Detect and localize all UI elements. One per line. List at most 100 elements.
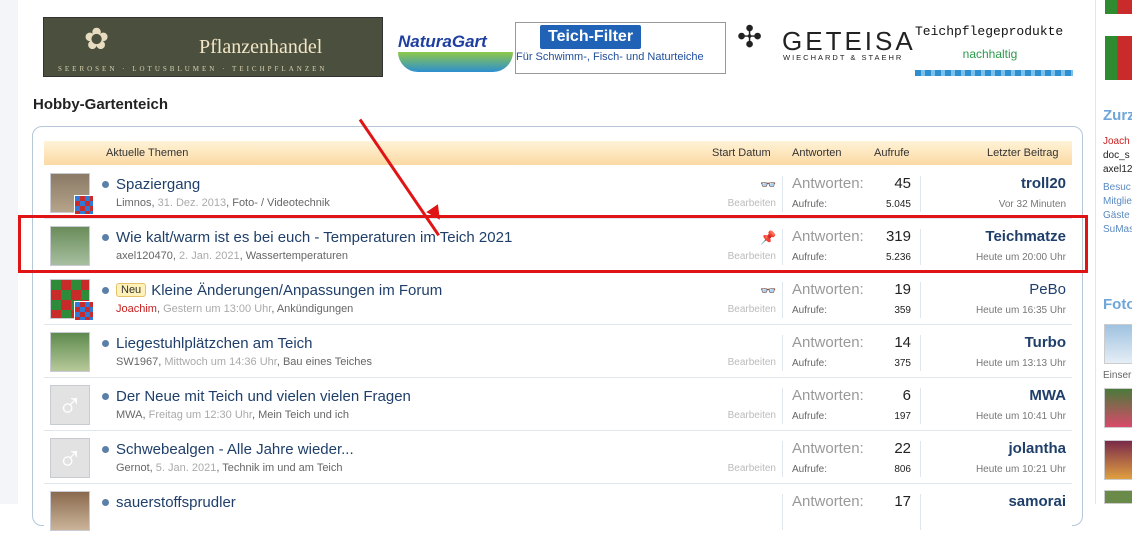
photo-thumbnail[interactable]	[1104, 490, 1132, 504]
last-post-user[interactable]: Turbo	[1025, 334, 1066, 351]
thread-title[interactable]: sauerstoffsprudler	[116, 494, 236, 511]
banner-teichpflege[interactable]: Teichpflegeprodukte nachhaltig	[915, 24, 1075, 78]
status-dot-icon	[102, 499, 109, 506]
sidebar-link[interactable]: Mitglie	[1103, 196, 1132, 207]
edit-link[interactable]: Bearbeiten	[728, 410, 776, 421]
thread-forum[interactable]: Technik im und am Teich	[222, 462, 342, 474]
sidebar-link[interactable]: Gäste	[1103, 210, 1130, 221]
thread-author[interactable]: Gernot	[116, 462, 150, 474]
last-post-user[interactable]: jolantha	[1008, 440, 1066, 457]
divider	[920, 282, 921, 318]
last-post-user[interactable]: samorai	[1008, 493, 1066, 510]
thread-forum[interactable]: Ankündigungen	[277, 303, 353, 315]
photo-thumbnail[interactable]	[1104, 440, 1132, 480]
banner-pflanzen-subtitle: SEEROSEN · LOTUSBLUMEN · TEICHPFLANZEN	[58, 65, 328, 73]
banner-pflanzenhandel[interactable]: ✿ Pflanzenhandel SEEROSEN · LOTUSBLUMEN …	[43, 17, 383, 77]
new-badge: Neu	[116, 283, 147, 297]
divider	[920, 176, 921, 212]
sidebar-link[interactable]: SuMas	[1103, 224, 1132, 235]
banner-teichfilter[interactable]: Teich-Filter Für Schwimm-, Fisch- und Na…	[515, 22, 726, 74]
thread-date[interactable]: Freitag um 12:30 Uhr	[149, 409, 252, 421]
replies-count: 14	[894, 334, 911, 351]
default-male-avatar-icon[interactable]: ♂	[50, 385, 90, 425]
views-count: 197	[894, 411, 911, 422]
replies-count: 6	[902, 387, 911, 404]
thread-author[interactable]: SW1967	[116, 356, 158, 368]
replies-label: Antworten:	[792, 334, 864, 351]
edit-link[interactable]: Bearbeiten	[728, 357, 776, 368]
last-post-time[interactable]: Heute um 13:13 Uhr	[976, 358, 1066, 369]
status-dot-icon	[102, 181, 109, 188]
thread-title[interactable]: Schwebealgen - Alle Jahre wieder...	[116, 441, 354, 458]
divider	[920, 441, 921, 477]
sidebar-user[interactable]: doc_s	[1103, 150, 1130, 161]
thread-title[interactable]: Spaziergang	[116, 176, 200, 193]
sidebar-link[interactable]: Besuc	[1103, 182, 1131, 193]
last-post-user[interactable]: troll20	[1021, 175, 1066, 192]
avatar-small[interactable]	[74, 195, 94, 215]
divider	[782, 441, 783, 477]
thread-list-header: Aktuelle Themen Start Datum Antworten Au…	[44, 141, 1072, 165]
header-topics: Aktuelle Themen	[106, 147, 189, 159]
thread-row: Liegestuhlplätzchen am Teich SW1967, Mit…	[44, 325, 1072, 378]
default-male-avatar-icon[interactable]: ♂	[50, 438, 90, 478]
annotation-highlight-box	[18, 215, 1088, 273]
thread-title[interactable]: Der Neue mit Teich und vielen vielen Fra…	[116, 388, 411, 405]
sidebar-user[interactable]: axel12	[1103, 164, 1132, 175]
edit-link[interactable]: Bearbeiten	[728, 463, 776, 474]
photo-thumbnail[interactable]	[1104, 388, 1132, 428]
avatar[interactable]	[50, 491, 90, 531]
thread-date[interactable]: 5. Jan. 2021	[156, 462, 217, 474]
views-label: Aufrufe:	[792, 411, 828, 422]
thread-date[interactable]: Gestern um 13:00 Uhr	[163, 303, 271, 315]
header-views[interactable]: Aufrufe	[874, 147, 909, 159]
avatar[interactable]	[1105, 0, 1132, 14]
avatar-small[interactable]	[74, 301, 94, 321]
divider	[920, 335, 921, 371]
views-count: 806	[894, 464, 911, 475]
thread-author[interactable]: MWA	[116, 409, 142, 421]
banner-teichfilter-subtitle: Für Schwimm-, Fisch- und Naturteiche	[516, 51, 704, 63]
glasses-icon: 👓	[760, 283, 777, 298]
thread-author[interactable]: Limnos	[116, 197, 151, 209]
thread-forum[interactable]: Foto- / Videotechnik	[232, 197, 330, 209]
replies-label: Antworten:	[792, 493, 864, 510]
last-post-time[interactable]: Vor 32 Minuten	[999, 199, 1066, 210]
thread-title[interactable]: Kleine Änderungen/Anpassungen im Forum	[151, 282, 442, 299]
divider	[782, 494, 783, 530]
header-start-date[interactable]: Start Datum	[712, 147, 771, 159]
divider	[782, 388, 783, 424]
last-post-user[interactable]: PeBo	[1029, 281, 1066, 298]
divider	[782, 282, 783, 318]
thread-title[interactable]: Liegestuhlplätzchen am Teich	[116, 335, 313, 352]
avatar[interactable]	[1105, 36, 1132, 80]
thread-forum[interactable]: Bau eines Teiches	[283, 356, 372, 368]
thread-date[interactable]: 31. Dez. 2013	[158, 197, 227, 209]
thread-meta: SW1967, Mittwoch um 14:36 Uhr, Bau eines…	[116, 356, 373, 368]
replies-label: Antworten:	[792, 387, 864, 404]
sidebar-heading-photos: Foto	[1103, 296, 1132, 313]
thread-date[interactable]: Mittwoch um 14:36 Uhr	[164, 356, 277, 368]
sidebar-heading-online: Zurz	[1103, 107, 1132, 124]
right-sidebar: Zurz Joach doc_s axel12 Besuc Mitglie Gä…	[1095, 0, 1132, 504]
banner-geteisa[interactable]: ✣ GETEISA WIECHARDT & STAEHR	[737, 20, 913, 64]
banner-naturagart[interactable]: NaturaGart	[398, 22, 513, 72]
replies-label: Antworten:	[792, 281, 864, 298]
last-post-time[interactable]: Heute um 10:21 Uhr	[976, 464, 1066, 475]
header-last-post[interactable]: Letzter Beitrag	[987, 147, 1059, 159]
replies-count: 19	[894, 281, 911, 298]
avatar[interactable]	[50, 332, 90, 372]
sidebar-user[interactable]: Joach	[1103, 136, 1130, 147]
thread-row: Spaziergang Limnos, 31. Dez. 2013, Foto-…	[44, 166, 1072, 219]
photo-thumbnail[interactable]	[1104, 324, 1132, 364]
last-post-user[interactable]: MWA	[1029, 387, 1066, 404]
header-replies[interactable]: Antworten	[792, 147, 842, 159]
last-post-time[interactable]: Heute um 10:41 Uhr	[976, 411, 1066, 422]
edit-link[interactable]: Bearbeiten	[728, 304, 776, 315]
last-post-time[interactable]: Heute um 16:35 Uhr	[976, 305, 1066, 316]
thread-author[interactable]: Joachim	[116, 303, 157, 315]
banner-naturagart-title: NaturaGart	[398, 32, 487, 51]
thread-title-wrap: Neu Kleine Änderungen/Anpassungen im Foru…	[116, 282, 442, 299]
thread-forum[interactable]: Mein Teich und ich	[258, 409, 349, 421]
edit-link[interactable]: Bearbeiten	[728, 198, 776, 209]
